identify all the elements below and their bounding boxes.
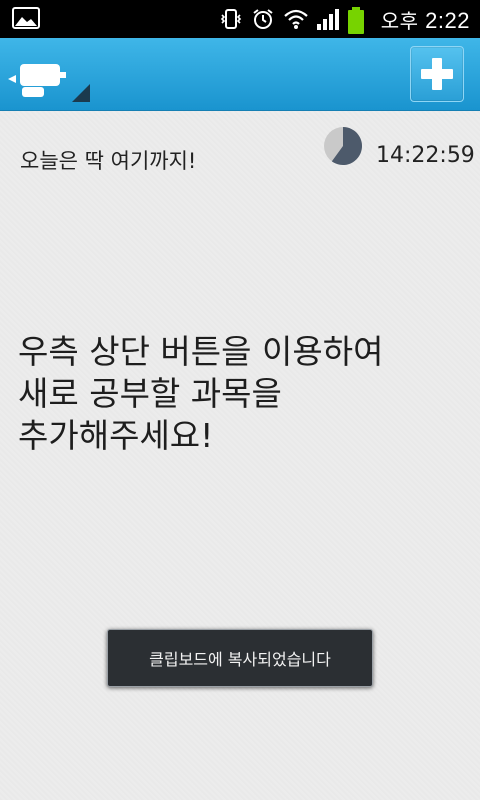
picture-icon <box>12 7 40 29</box>
app-logo-icon[interactable] <box>6 46 90 102</box>
status-bar: 오후 2:22 <box>0 0 480 38</box>
plus-icon <box>421 58 453 90</box>
alarm-icon <box>251 7 275 31</box>
status-time: 2:22 <box>425 7 470 33</box>
toast-message: 클립보드에 복사되었습니다 <box>107 629 373 687</box>
vibrate-icon <box>219 7 243 31</box>
timer-time: 14:22:59 <box>376 143 475 168</box>
main-content: 오늘은 딱 여기까지! 14:22:59 우측 상단 버튼을 이용하여 새로 공… <box>0 111 480 800</box>
status-ampm: 오후 <box>380 10 419 33</box>
today-label: 오늘은 딱 여기까지! <box>20 149 197 173</box>
timer-pie-icon <box>324 127 362 165</box>
empty-state-message: 우측 상단 버튼을 이용하여 새로 공부할 과목을 추가해주세요! <box>18 332 384 455</box>
add-subject-button[interactable] <box>410 46 464 102</box>
battery-icon <box>347 7 365 34</box>
signal-icon <box>315 7 339 31</box>
wifi-icon <box>283 7 308 31</box>
toast-text: 클립보드에 복사되었습니다 <box>149 650 331 669</box>
action-bar <box>0 38 480 111</box>
